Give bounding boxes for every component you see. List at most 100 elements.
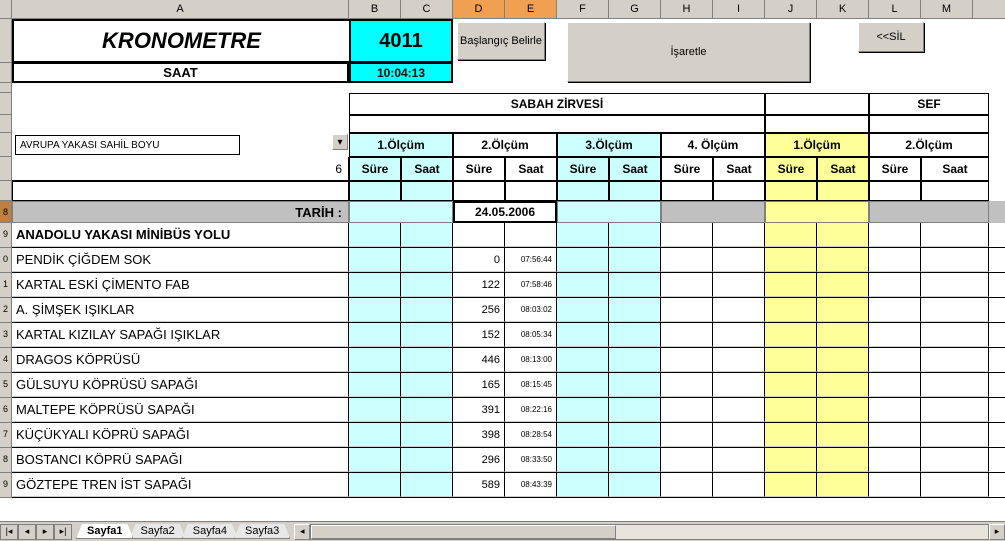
route-label[interactable]: GÜLSUYU KÖPRÜSÜ SAPAĞI: [12, 373, 349, 397]
col-header-F[interactable]: F: [557, 0, 609, 18]
sure-cell[interactable]: 165: [453, 373, 505, 397]
sure-cell[interactable]: [557, 398, 609, 422]
sure-cell[interactable]: [661, 423, 713, 447]
sure-cell[interactable]: 589: [453, 473, 505, 497]
sure-cell[interactable]: [349, 348, 401, 372]
saat-cell[interactable]: 08:33:50: [505, 448, 557, 472]
row-header[interactable]: [0, 115, 12, 133]
sil-button[interactable]: <<SİL: [858, 22, 924, 52]
sure-cell[interactable]: 0: [453, 248, 505, 272]
tab-nav-last-icon[interactable]: ▸|: [54, 524, 72, 540]
tab-nav-next-icon[interactable]: ▸: [36, 524, 54, 540]
sure-cell[interactable]: 256: [453, 298, 505, 322]
saat-cell[interactable]: [921, 273, 989, 297]
scroll-right-icon[interactable]: ▸: [989, 524, 1005, 540]
row-header[interactable]: 0: [0, 248, 12, 273]
saat-cell[interactable]: [401, 423, 453, 447]
saat-cell[interactable]: [401, 348, 453, 372]
saat-cell[interactable]: 07:58:46: [505, 273, 557, 297]
route-label[interactable]: DRAGOS KÖPRÜSÜ: [12, 348, 349, 372]
corner-cell[interactable]: [0, 0, 12, 18]
saat-cell[interactable]: 08:43:39: [505, 473, 557, 497]
saat-cell[interactable]: [609, 248, 661, 272]
sure-cell[interactable]: [453, 223, 505, 247]
row-header[interactable]: 9: [0, 223, 12, 248]
isaretle-button[interactable]: İşaretle: [567, 22, 810, 82]
saat-cell[interactable]: [921, 248, 989, 272]
sure-cell[interactable]: [869, 323, 921, 347]
row-header[interactable]: [0, 133, 12, 157]
sure-cell[interactable]: [661, 373, 713, 397]
saat-cell[interactable]: [817, 273, 869, 297]
sure-cell[interactable]: [661, 473, 713, 497]
sure-cell[interactable]: [557, 273, 609, 297]
sure-cell[interactable]: [765, 223, 817, 247]
col-header-A[interactable]: A: [12, 0, 349, 18]
sure-cell[interactable]: [765, 423, 817, 447]
saat-cell[interactable]: [921, 398, 989, 422]
sure-cell[interactable]: [661, 298, 713, 322]
row-header[interactable]: 1: [0, 273, 12, 298]
saat-cell[interactable]: [921, 323, 989, 347]
saat-cell[interactable]: [505, 223, 557, 247]
tab-sayfa1[interactable]: Sayfa1: [76, 524, 133, 539]
saat-cell[interactable]: [609, 423, 661, 447]
baslangic-button[interactable]: Başlangıç Belirle: [457, 22, 545, 60]
saat-cell[interactable]: [609, 323, 661, 347]
saat-cell[interactable]: [921, 298, 989, 322]
col-header-C[interactable]: C: [401, 0, 453, 18]
saat-cell[interactable]: 08:22:16: [505, 398, 557, 422]
saat-cell[interactable]: [817, 323, 869, 347]
col-header-K[interactable]: K: [817, 0, 869, 18]
row-header[interactable]: [0, 157, 12, 181]
saat-cell[interactable]: [401, 273, 453, 297]
saat-cell[interactable]: [609, 398, 661, 422]
saat-cell[interactable]: [609, 373, 661, 397]
saat-cell[interactable]: [713, 473, 765, 497]
tarih-value[interactable]: 24.05.2006: [453, 201, 557, 223]
row-header[interactable]: [0, 63, 12, 83]
saat-cell[interactable]: [609, 223, 661, 247]
tab-nav-first-icon[interactable]: |◂: [0, 524, 18, 540]
route-dropdown[interactable]: AVRUPA YAKASI SAHİL BOYU ▾: [15, 135, 240, 155]
row-header[interactable]: 6: [0, 398, 12, 423]
sure-cell[interactable]: 152: [453, 323, 505, 347]
saat-cell[interactable]: [609, 448, 661, 472]
saat-cell[interactable]: [713, 248, 765, 272]
sure-cell[interactable]: [557, 323, 609, 347]
saat-cell[interactable]: [401, 298, 453, 322]
sure-cell[interactable]: [765, 373, 817, 397]
saat-cell[interactable]: [713, 298, 765, 322]
sure-cell[interactable]: [661, 273, 713, 297]
sure-cell[interactable]: [869, 248, 921, 272]
sure-cell[interactable]: [349, 373, 401, 397]
saat-cell[interactable]: [921, 448, 989, 472]
sure-cell[interactable]: [557, 348, 609, 372]
sure-cell[interactable]: [661, 223, 713, 247]
saat-cell[interactable]: [713, 323, 765, 347]
sure-cell[interactable]: [661, 348, 713, 372]
sure-cell[interactable]: [765, 248, 817, 272]
sure-cell[interactable]: 391: [453, 398, 505, 422]
row-header[interactable]: [0, 19, 12, 63]
route-label[interactable]: KARTAL KIZILAY SAPAĞI IŞIKLAR: [12, 323, 349, 347]
saat-cell[interactable]: [713, 423, 765, 447]
sure-cell[interactable]: [349, 248, 401, 272]
saat-cell[interactable]: [401, 223, 453, 247]
sure-cell[interactable]: [349, 273, 401, 297]
saat-cell[interactable]: [817, 298, 869, 322]
sure-cell[interactable]: [557, 223, 609, 247]
tab-sayfa3[interactable]: Sayfa3: [234, 524, 290, 539]
route-label[interactable]: PENDİK ÇİĞDEM SOK: [12, 248, 349, 272]
saat-cell[interactable]: [817, 473, 869, 497]
col-header-J[interactable]: J: [765, 0, 817, 18]
sure-cell[interactable]: [557, 298, 609, 322]
sure-cell[interactable]: [765, 298, 817, 322]
saat-cell[interactable]: [921, 348, 989, 372]
saat-cell[interactable]: 08:03:02: [505, 298, 557, 322]
saat-cell[interactable]: 07:56:44: [505, 248, 557, 272]
saat-cell[interactable]: [401, 473, 453, 497]
saat-cell[interactable]: [713, 398, 765, 422]
saat-cell[interactable]: [401, 448, 453, 472]
saat-cell[interactable]: [921, 223, 989, 247]
